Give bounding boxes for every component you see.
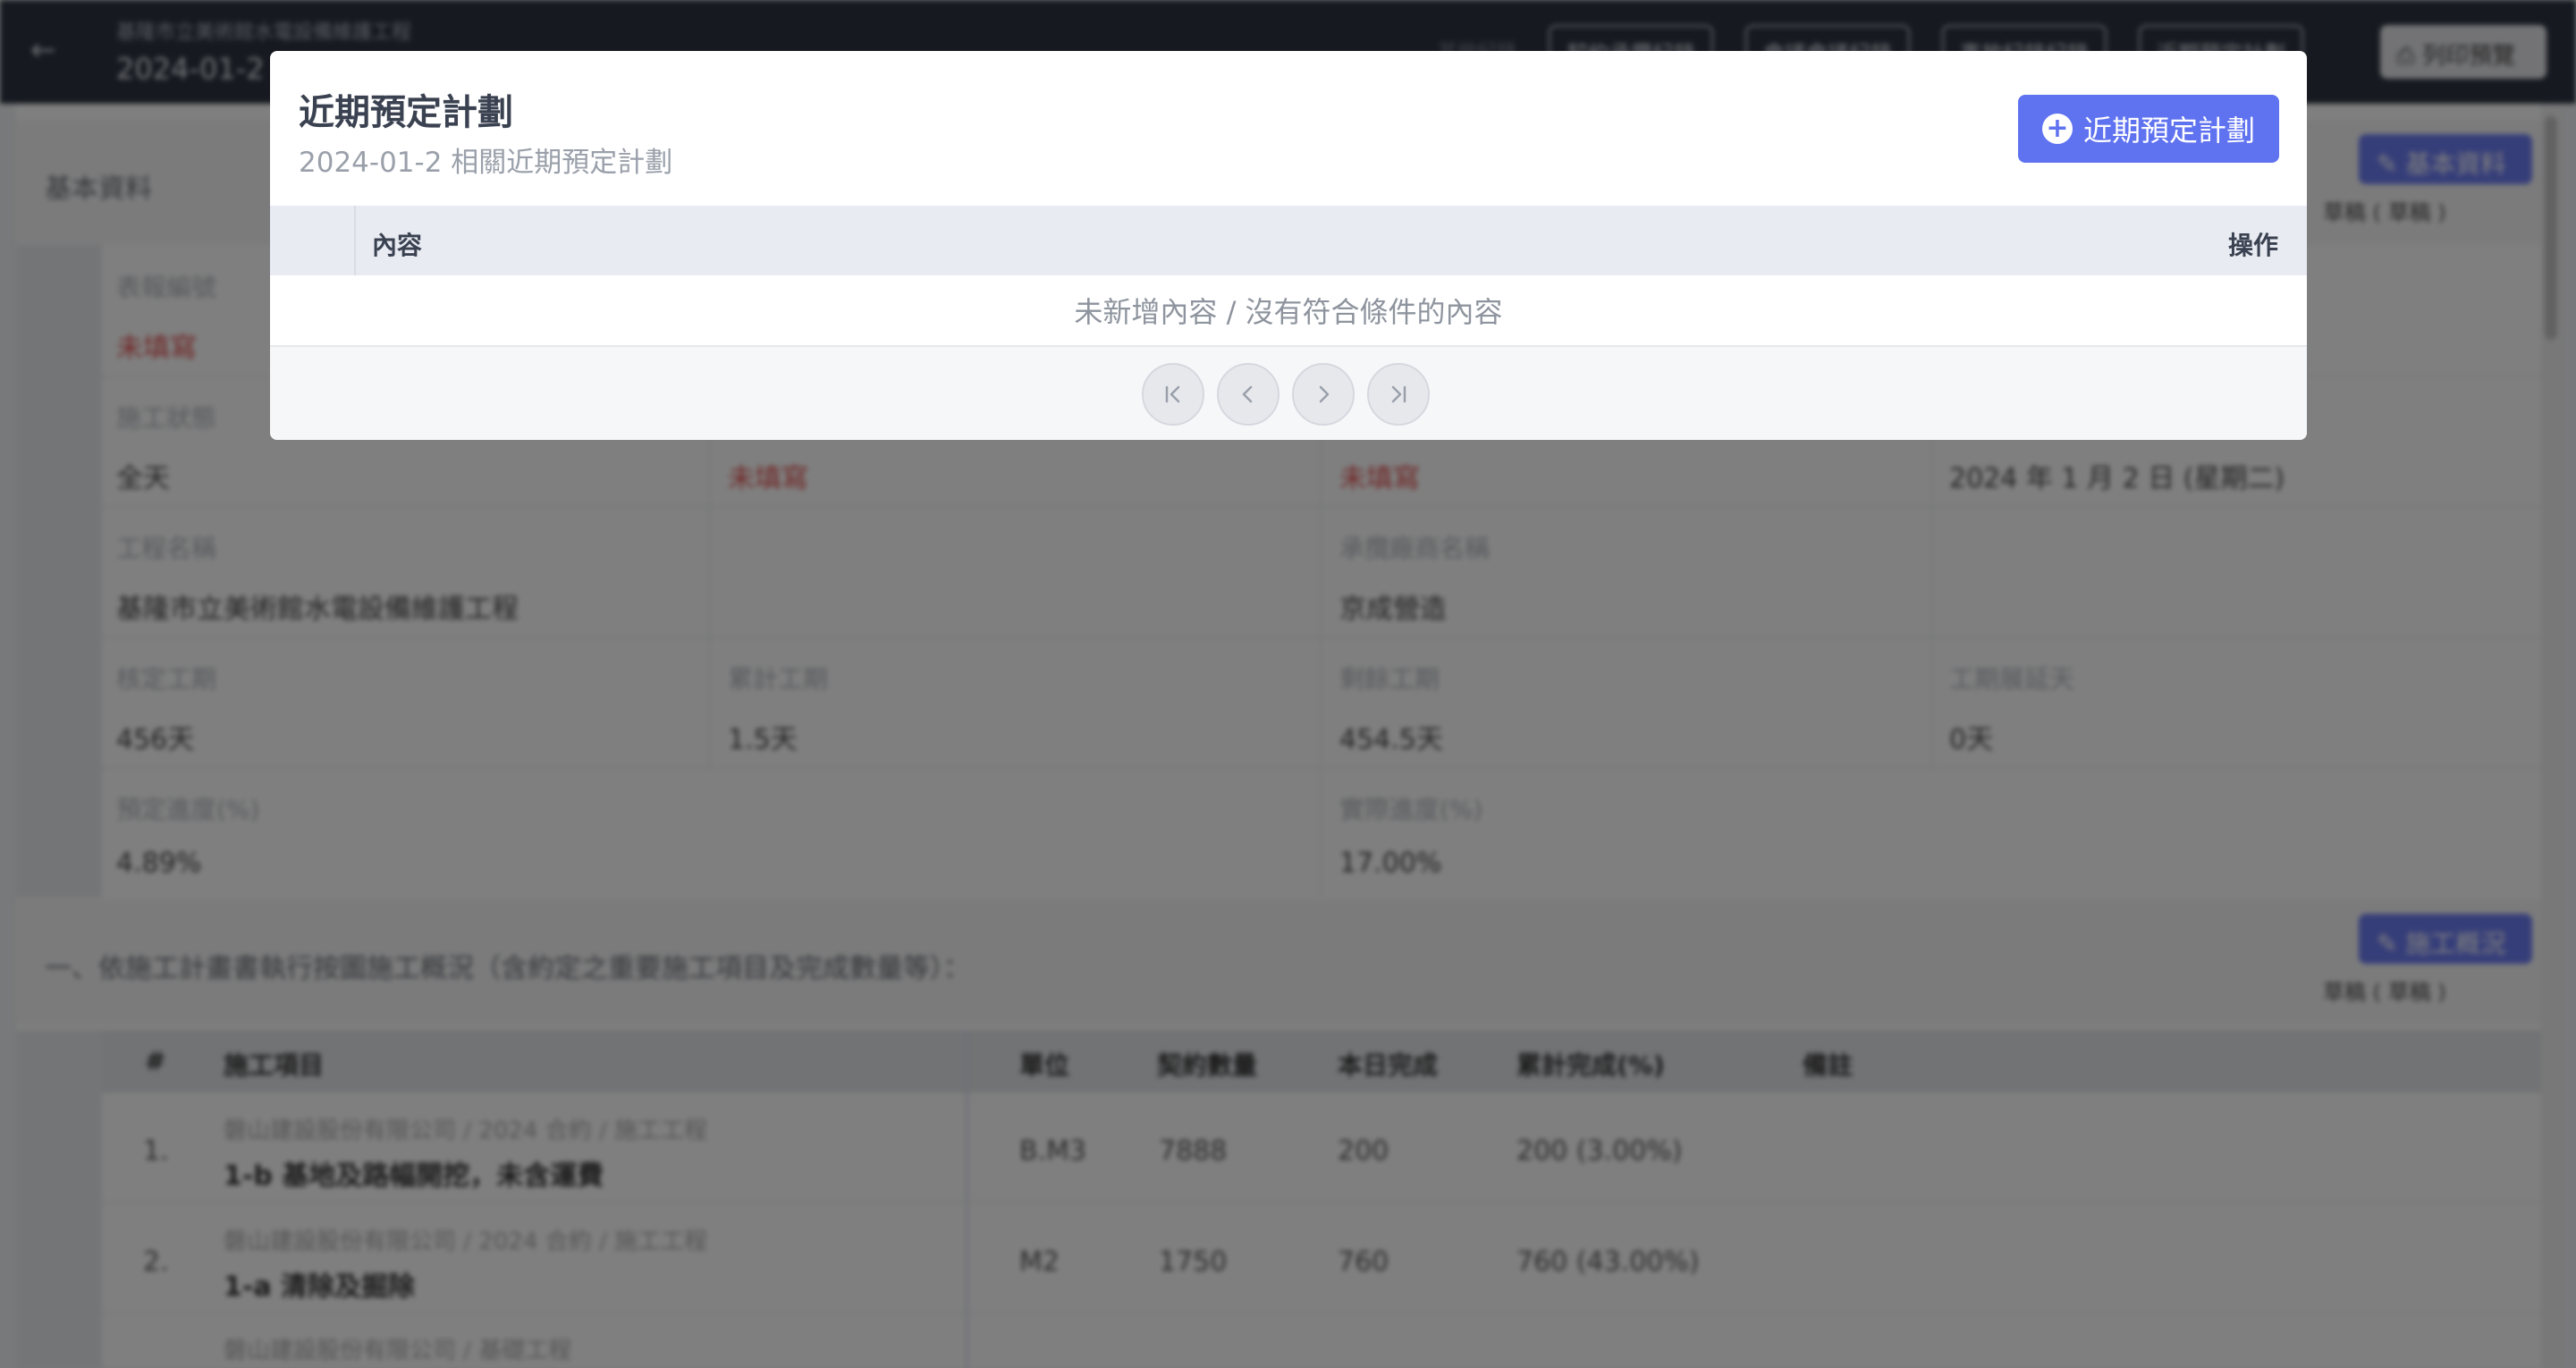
next-page-button[interactable]: [1292, 363, 1355, 426]
plus-circle-icon: +: [2041, 114, 2073, 144]
chevron-right-icon: [1319, 385, 1330, 403]
empty-state-text: 未新增內容 / 沒有符合條件的內容: [270, 275, 2307, 347]
prev-page-button[interactable]: [1217, 363, 1280, 426]
pagination: [1142, 363, 1430, 426]
plan-table-header: [270, 206, 2307, 275]
last-page-icon: [1391, 385, 1406, 403]
chevron-left-icon: [1242, 385, 1253, 403]
modal-subtitle: 2024-01-2 相關近期預定計劃: [299, 147, 673, 179]
first-page-button[interactable]: [1142, 363, 1204, 426]
col-action: 操作: [2227, 231, 2278, 260]
add-button-label: 近期預定計劃: [2082, 114, 2255, 148]
last-page-button[interactable]: [1367, 363, 1430, 426]
first-page-icon: [1165, 385, 1180, 403]
modal-title: 近期預定計劃: [299, 92, 513, 133]
header-separator: [354, 206, 356, 275]
col-content: 內容: [372, 231, 423, 260]
add-upcoming-plan-button[interactable]: + 近期預定計劃: [2018, 95, 2279, 163]
